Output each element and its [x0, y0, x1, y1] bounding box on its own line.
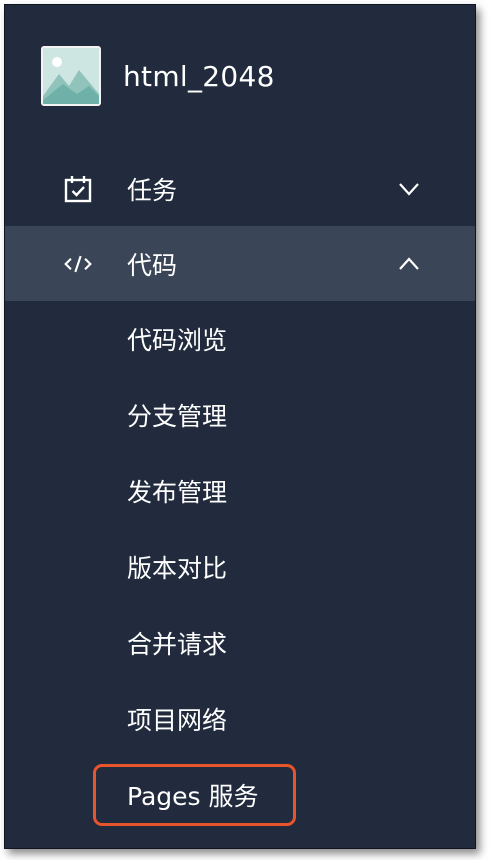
project-avatar	[41, 46, 101, 106]
submenu-item-pages-service[interactable]: Pages 服务	[5, 757, 475, 833]
sidebar: html_2048 任务 代码 代码浏览 分支管理 发布管理 版本对比 合并请求…	[4, 4, 476, 849]
project-name: html_2048	[123, 59, 275, 93]
submenu-item-label: 代码浏览	[127, 326, 228, 355]
project-header[interactable]: html_2048	[41, 46, 275, 106]
mountain-image-icon	[43, 48, 99, 104]
submenu-item-compare[interactable]: 版本对比	[5, 529, 475, 605]
submenu-item-branches[interactable]: 分支管理	[5, 377, 475, 453]
submenu-item-label: 版本对比	[127, 554, 228, 583]
menu-item-tasks[interactable]: 任务	[5, 151, 475, 226]
submenu-item-releases[interactable]: 发布管理	[5, 453, 475, 529]
submenu-item-label: 发布管理	[127, 478, 228, 507]
menu-item-tasks-label: 任务	[127, 175, 178, 205]
menu-item-code[interactable]: 代码	[5, 226, 475, 301]
chevron-up-icon[interactable]	[397, 252, 421, 276]
chevron-down-icon[interactable]	[397, 177, 421, 201]
submenu-item-label: Pages 服务	[127, 782, 259, 811]
submenu-item-network[interactable]: 项目网络	[5, 681, 475, 757]
submenu-item-label: 分支管理	[127, 402, 228, 431]
calendar-check-icon	[63, 174, 93, 204]
submenu-item-label: 合并请求	[127, 630, 228, 659]
submenu-item-merge-requests[interactable]: 合并请求	[5, 605, 475, 681]
menu-item-code-label: 代码	[127, 250, 178, 280]
submenu-item-label: 项目网络	[127, 706, 228, 735]
code-icon	[63, 249, 93, 279]
submenu-item-code-browse[interactable]: 代码浏览	[5, 301, 475, 377]
